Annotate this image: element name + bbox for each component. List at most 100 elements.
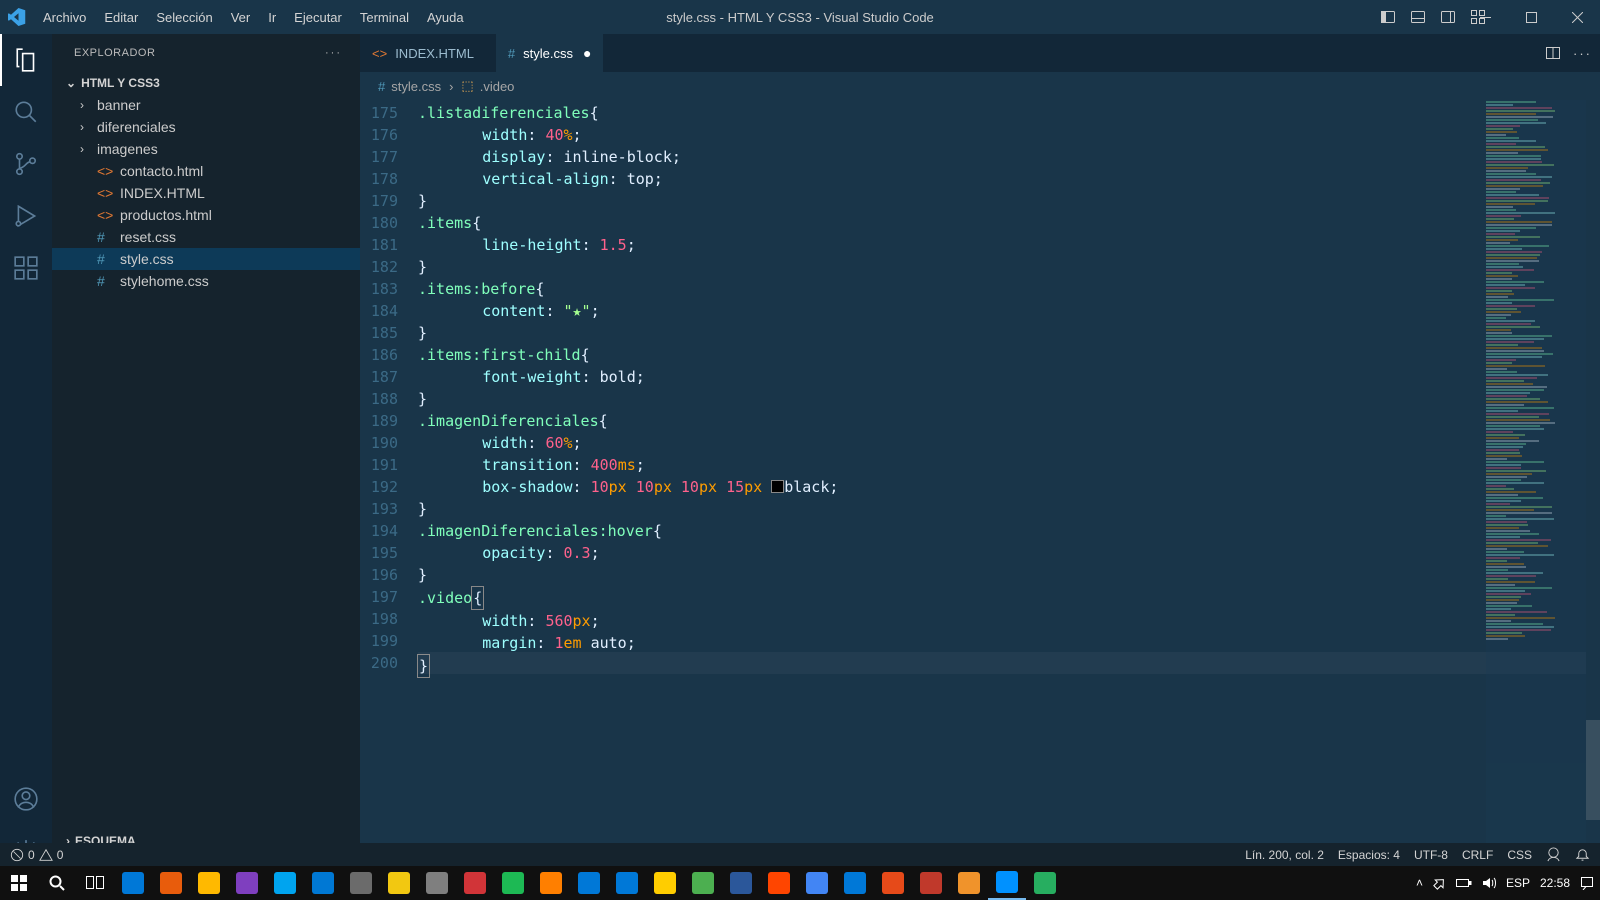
toggle-secondary-sidebar-icon[interactable] <box>1436 5 1460 29</box>
tray-volume-icon[interactable] <box>1482 876 1496 890</box>
taskbar-store-icon[interactable] <box>152 866 190 900</box>
tray-location-icon[interactable] <box>1433 877 1446 890</box>
tree-item-diferenciales[interactable]: ›diferenciales <box>52 116 360 138</box>
taskbar-clock-icon[interactable] <box>570 866 608 900</box>
window-title: style.css - HTML Y CSS3 - Visual Studio … <box>666 10 934 25</box>
css-file-icon: # <box>97 229 113 245</box>
accounts-icon[interactable] <box>0 773 52 825</box>
status-eol[interactable]: CRLF <box>1462 848 1493 862</box>
menu-archivo[interactable]: Archivo <box>34 4 95 31</box>
status-encoding[interactable]: UTF-8 <box>1414 848 1448 862</box>
extensions-tab[interactable] <box>0 242 52 294</box>
split-editor-icon[interactable] <box>1545 45 1561 61</box>
scrollbar-vertical[interactable] <box>1586 100 1600 877</box>
taskbar-teams-icon[interactable] <box>342 866 380 900</box>
tray-chevron-up-icon[interactable]: ˄ <box>1416 876 1423 890</box>
sidebar: EXPLORADOR ··· ⌄ HTML Y CSS3 ›banner›dif… <box>52 34 360 877</box>
search-tab[interactable] <box>0 86 52 138</box>
tree-item-imagenes[interactable]: ›imagenes <box>52 138 360 160</box>
code-area[interactable]: .listadiferenciales{ width: 40%; display… <box>418 100 1600 877</box>
status-feedback-icon[interactable] <box>1546 847 1561 862</box>
taskbar-powerpoint-icon[interactable] <box>494 866 532 900</box>
taskbar-search-icon[interactable] <box>38 866 76 900</box>
taskbar-sublime2-icon[interactable] <box>874 866 912 900</box>
taskbar-notes-icon[interactable] <box>418 866 456 900</box>
status-indent[interactable]: Espacios: 4 <box>1338 848 1400 862</box>
menu-editar[interactable]: Editar <box>95 4 147 31</box>
taskbar-calculator-icon[interactable] <box>608 866 646 900</box>
chevron-right-icon: › <box>80 142 90 156</box>
tree-item-stylehome-css[interactable]: #stylehome.css <box>52 270 360 292</box>
tree-item-banner[interactable]: ›banner <box>52 94 360 116</box>
menu-ir[interactable]: Ir <box>259 4 285 31</box>
taskbar-paint-icon[interactable] <box>456 866 494 900</box>
tree-item-productos-html[interactable]: <>productos.html <box>52 204 360 226</box>
minimap[interactable] <box>1486 100 1586 877</box>
taskbar-whatsapp-icon[interactable] <box>1026 866 1064 900</box>
tab-style-css[interactable]: #style.css● <box>496 34 604 72</box>
status-lang[interactable]: CSS <box>1507 848 1532 862</box>
taskbar-spotify-icon[interactable] <box>532 866 570 900</box>
window-controls <box>1462 0 1600 34</box>
source-control-tab[interactable] <box>0 138 52 190</box>
run-debug-tab[interactable] <box>0 190 52 242</box>
taskbar-chrome2-icon[interactable] <box>684 866 722 900</box>
taskbar-media-icon[interactable] <box>646 866 684 900</box>
toggle-primary-sidebar-icon[interactable] <box>1376 5 1400 29</box>
tree-item-INDEX-HTML[interactable]: <>INDEX.HTML <box>52 182 360 204</box>
taskbar-photos-icon[interactable] <box>304 866 342 900</box>
taskbar-task-view-icon[interactable] <box>76 866 114 900</box>
minimize-button[interactable] <box>1462 0 1508 34</box>
status-problems[interactable]: 0 0 <box>10 848 63 862</box>
dirty-indicator-icon[interactable]: ● <box>581 45 593 61</box>
menu-bar: ArchivoEditarSelecciónVerIrEjecutarTermi… <box>34 4 473 31</box>
chevron-right-icon: › <box>80 120 90 134</box>
menu-ver[interactable]: Ver <box>222 4 260 31</box>
taskbar-start-icon[interactable] <box>0 866 38 900</box>
tab-INDEX-HTML[interactable]: <>INDEX.HTML <box>360 34 496 72</box>
taskbar-filezilla-icon[interactable] <box>912 866 950 900</box>
editor-body[interactable]: 1751761771781791801811821831841851861871… <box>360 100 1600 877</box>
taskbar-sublime-icon[interactable] <box>950 866 988 900</box>
taskbar-chrome-icon[interactable] <box>798 866 836 900</box>
chevron-down-icon: ⌄ <box>66 76 76 90</box>
tree-item-contacto-html[interactable]: <>contacto.html <box>52 160 360 182</box>
maximize-button[interactable] <box>1508 0 1554 34</box>
tray-clock[interactable]: 22:58 <box>1540 876 1570 890</box>
css-file-icon: # <box>97 273 113 289</box>
menu-ejecutar[interactable]: Ejecutar <box>285 4 351 31</box>
close-button[interactable] <box>1554 0 1600 34</box>
menu-ayuda[interactable]: Ayuda <box>418 4 473 31</box>
status-bell-icon[interactable] <box>1575 847 1590 862</box>
tray-notifications-icon[interactable] <box>1580 876 1594 890</box>
taskbar-word-icon[interactable] <box>722 866 760 900</box>
taskbar: ˄ ESP 22:58 <box>0 866 1600 900</box>
taskbar-edge-icon[interactable] <box>836 866 874 900</box>
menu-terminal[interactable]: Terminal <box>351 4 418 31</box>
css-file-icon: # <box>508 46 515 61</box>
status-cursor[interactable]: Lín. 200, col. 2 <box>1245 848 1324 862</box>
tray-battery-icon[interactable] <box>1456 877 1472 889</box>
tree-item-style-css[interactable]: #style.css <box>52 248 360 270</box>
project-root[interactable]: ⌄ HTML Y CSS3 <box>52 72 360 94</box>
menu-selección[interactable]: Selección <box>147 4 221 31</box>
taskbar-weather-icon[interactable] <box>266 866 304 900</box>
explorer-tab[interactable] <box>0 34 52 86</box>
activity-bar <box>0 34 52 877</box>
taskbar-explorer-icon[interactable] <box>190 866 228 900</box>
css-file-icon: # <box>97 251 113 267</box>
tree-item-reset-css[interactable]: #reset.css <box>52 226 360 248</box>
taskbar-mail-icon[interactable] <box>114 866 152 900</box>
taskbar-zoom-icon[interactable] <box>228 866 266 900</box>
taskbar-settings-icon[interactable] <box>380 866 418 900</box>
taskbar-vscode-icon[interactable] <box>988 866 1026 900</box>
taskbar-brave-icon[interactable] <box>760 866 798 900</box>
breadcrumbs[interactable]: #style.css › ⬚.video <box>360 72 1600 100</box>
toggle-panel-icon[interactable] <box>1406 5 1430 29</box>
more-icon[interactable]: ··· <box>325 47 342 59</box>
more-actions-icon[interactable]: ··· <box>1573 46 1592 61</box>
tray-lang[interactable]: ESP <box>1506 876 1530 890</box>
status-bar: 0 0 Lín. 200, col. 2 Espacios: 4 UTF-8 C… <box>0 843 1600 866</box>
html-file-icon: <> <box>97 207 113 223</box>
tabs: <>INDEX.HTML#style.css● ··· <box>360 34 1600 72</box>
